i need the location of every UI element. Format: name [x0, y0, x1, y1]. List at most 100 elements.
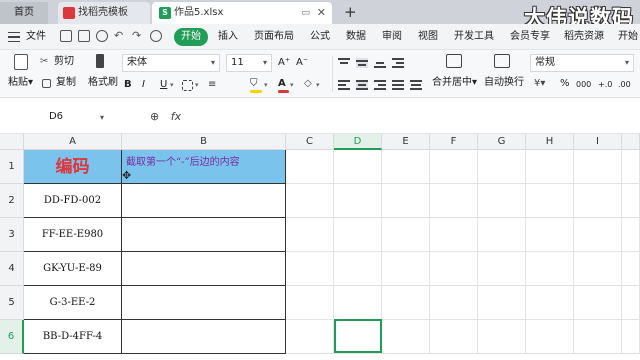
grid-cell[interactable] — [334, 150, 382, 184]
font-shrink-icon[interactable]: A⁻ — [296, 56, 308, 70]
cell-b5[interactable] — [122, 286, 286, 320]
justify-icon[interactable] — [392, 80, 404, 90]
monitor-icon[interactable]: ▭ — [301, 2, 310, 24]
grid-cell[interactable] — [430, 252, 478, 286]
cell-a2[interactable]: DD-FD-002 — [24, 184, 122, 218]
distributed-icon[interactable] — [410, 80, 422, 90]
cut-button[interactable]: 剪切 — [54, 55, 74, 69]
cell-b3[interactable] — [122, 218, 286, 252]
row-header-2[interactable]: 2 — [0, 184, 24, 218]
column-header-f[interactable]: F — [430, 134, 478, 150]
grid-cell[interactable] — [334, 218, 382, 252]
row-header-1[interactable]: 1 — [0, 150, 24, 184]
decrease-decimal-button[interactable]: .00 — [618, 78, 631, 92]
menu-page-layout[interactable]: 页面布局 — [254, 24, 294, 50]
grid-cell[interactable] — [478, 320, 526, 354]
grid-cell[interactable] — [286, 286, 334, 320]
name-box[interactable]: D6 ▾ — [4, 107, 108, 127]
bold-icon[interactable]: B — [124, 78, 132, 92]
menu-dev-tools[interactable]: 开发工具 — [454, 24, 494, 50]
menu-formula[interactable]: 公式 — [310, 24, 330, 50]
save-icon[interactable] — [60, 30, 72, 42]
grid-cell[interactable] — [622, 184, 640, 218]
column-header-e[interactable]: E — [382, 134, 430, 150]
underline-dropdown-icon[interactable]: ▾ — [170, 78, 174, 92]
formula-input[interactable] — [196, 107, 634, 127]
grid-cell[interactable] — [430, 184, 478, 218]
grid-cell[interactable] — [478, 286, 526, 320]
grid-cell[interactable] — [622, 252, 640, 286]
number-format-select[interactable]: 常规 ▾ — [530, 54, 634, 72]
redo-icon[interactable]: ↷ — [132, 30, 144, 42]
grid-cell[interactable] — [622, 286, 640, 320]
grid-cell[interactable] — [622, 218, 640, 252]
cell-a3[interactable]: FF-EE-E980 — [24, 218, 122, 252]
percent-button[interactable]: % — [560, 77, 570, 91]
wrap-text-icon[interactable] — [494, 54, 510, 68]
align-top-icon[interactable] — [338, 58, 350, 68]
grid-cell[interactable] — [382, 218, 430, 252]
font-color-icon[interactable]: A — [278, 77, 286, 91]
font-name-select[interactable]: 宋体 ▾ — [122, 54, 220, 72]
select-all-corner[interactable] — [0, 134, 24, 150]
grid-cell[interactable] — [382, 286, 430, 320]
align-right-icon[interactable] — [374, 80, 386, 90]
print-icon[interactable] — [96, 30, 108, 42]
row-header-3[interactable]: 3 — [0, 218, 24, 252]
grid-cell[interactable] — [430, 150, 478, 184]
currency-icon[interactable]: ¥▾ — [534, 77, 545, 91]
align-middle-icon[interactable] — [356, 58, 368, 68]
menu-data[interactable]: 数据 — [346, 24, 366, 50]
grid-cell[interactable] — [574, 286, 622, 320]
grid-cell[interactable] — [622, 150, 640, 184]
underline-icon[interactable]: U — [160, 78, 167, 92]
row-header-5[interactable]: 5 — [0, 286, 24, 320]
cell-b6[interactable] — [122, 320, 286, 354]
hamburger-menu-icon[interactable] — [8, 32, 20, 42]
tab-template[interactable]: 找稻壳模板 — [58, 2, 150, 24]
menu-view[interactable]: 视图 — [418, 24, 438, 50]
merge-center-icon[interactable] — [446, 54, 462, 68]
thousands-button[interactable]: 000 — [576, 78, 591, 92]
grid-cell[interactable] — [574, 252, 622, 286]
wrap-text-button[interactable]: 自动换行 — [484, 76, 524, 90]
border-icon[interactable] — [182, 80, 193, 91]
column-header-g[interactable]: G — [478, 134, 526, 150]
grid-cell[interactable] — [382, 252, 430, 286]
indent-icon[interactable] — [392, 58, 404, 68]
row-header-6[interactable]: 6 — [0, 320, 24, 354]
cell-a6[interactable]: BB-D-4FF-4 — [24, 320, 122, 354]
menu-insert[interactable]: 插入 — [218, 24, 238, 50]
menu-file[interactable]: 文件 — [26, 24, 46, 50]
grid-cell[interactable] — [526, 218, 574, 252]
cell-a1[interactable]: 编码 — [24, 150, 122, 184]
paste-button[interactable]: 粘贴▾ — [8, 76, 33, 90]
column-header-i[interactable]: I — [574, 134, 622, 150]
grid-cell[interactable] — [334, 184, 382, 218]
grid-cell[interactable] — [574, 320, 622, 354]
grid-cell[interactable] — [430, 218, 478, 252]
undo-icon[interactable]: ↶ — [114, 30, 126, 42]
eraser-icon[interactable]: ◇ — [304, 77, 312, 91]
merge-center-button[interactable]: 合并居中▾ — [432, 76, 477, 90]
grid-cell[interactable] — [526, 150, 574, 184]
menu-resources[interactable]: 稻壳资源 — [564, 24, 604, 50]
align-left-icon[interactable] — [338, 80, 350, 90]
column-header-d[interactable]: D — [334, 134, 382, 150]
font-size-select[interactable]: 11 ▾ — [226, 54, 272, 72]
grid-cell[interactable] — [478, 184, 526, 218]
grid-cell[interactable] — [286, 218, 334, 252]
scissors-icon[interactable]: ✂ — [40, 55, 48, 69]
grid-cell[interactable] — [478, 150, 526, 184]
column-header-b[interactable]: B — [122, 134, 286, 150]
cell-a5[interactable]: G-3-EE-2 — [24, 286, 122, 320]
cell-b2[interactable] — [122, 184, 286, 218]
grid-cell[interactable] — [526, 286, 574, 320]
cell-a4[interactable]: GK-YU-E-89 — [24, 252, 122, 286]
grid-cell[interactable] — [526, 320, 574, 354]
grid-cell[interactable] — [334, 252, 382, 286]
menu-more[interactable]: 开始 — [618, 24, 640, 50]
fx-icon[interactable]: fx — [171, 110, 181, 123]
paste-icon[interactable] — [14, 54, 28, 70]
grid-cell[interactable] — [286, 252, 334, 286]
